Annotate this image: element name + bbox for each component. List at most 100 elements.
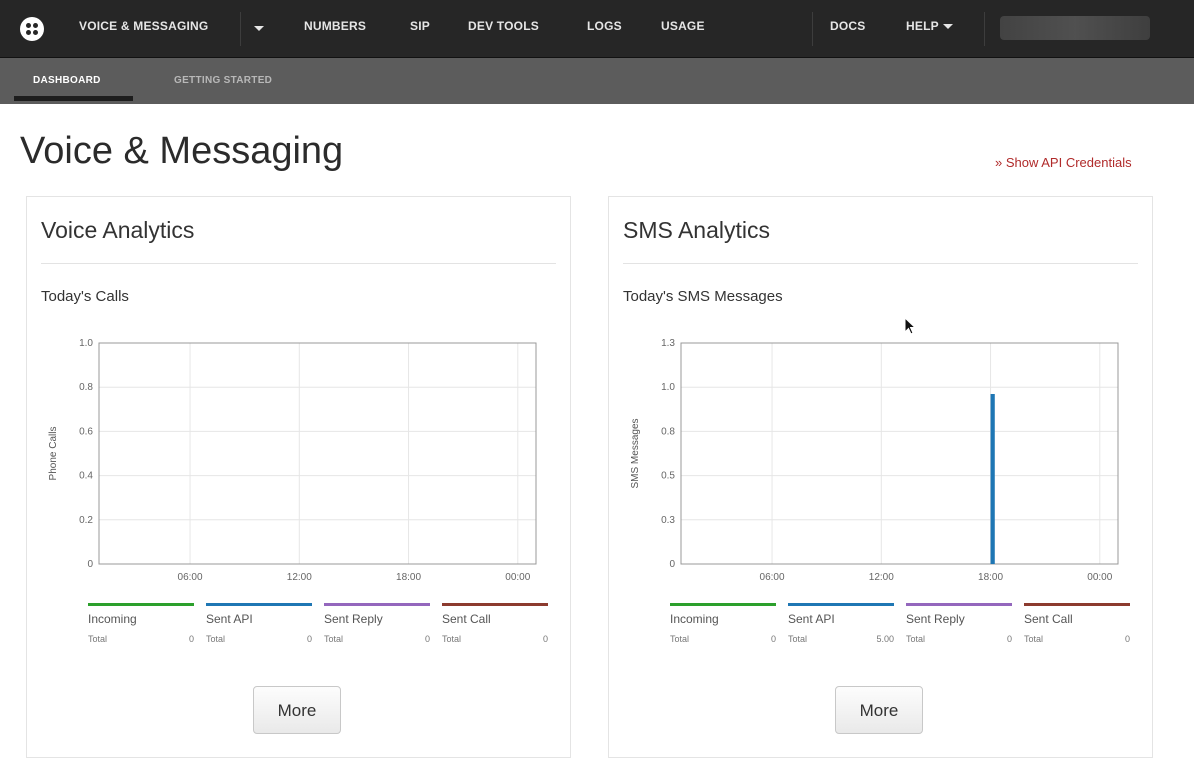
legend-color-bar bbox=[324, 603, 430, 606]
nav-item-dev-tools[interactable]: DEV TOOLS bbox=[468, 19, 539, 33]
legend-item[interactable]: Sent Reply Total 0 bbox=[906, 603, 1012, 645]
legend-total-value: 0 bbox=[770, 634, 776, 644]
legend-total: Total 0 bbox=[442, 634, 548, 645]
legend-item[interactable]: Sent Call Total 0 bbox=[442, 603, 548, 645]
nav-divider bbox=[984, 12, 985, 46]
top-nav: VOICE & MESSAGING NUMBERS SIP DEV TOOLS … bbox=[0, 0, 1194, 58]
legend-color-bar bbox=[206, 603, 312, 606]
legend-total-value: 5.00 bbox=[876, 634, 894, 644]
x-tick-label: 18:00 bbox=[978, 572, 1003, 583]
legend-total-value: 0 bbox=[306, 634, 312, 644]
plot-area bbox=[98, 342, 537, 565]
nav-product[interactable]: VOICE & MESSAGING bbox=[79, 19, 208, 33]
legend-total: Total 0 bbox=[1024, 634, 1130, 645]
tab-dashboard[interactable]: DASHBOARD bbox=[33, 75, 101, 86]
legend-item[interactable]: Incoming Total 0 bbox=[670, 603, 776, 645]
legend-total: Total 0 bbox=[670, 634, 776, 645]
y-tick-label: 0.8 bbox=[79, 382, 93, 393]
chart-svg: 0 0.3 0.5 0.8 1.0 1.3 06:00 12:00 18:00 00:00 SMS … bbox=[630, 338, 1119, 583]
nav-divider bbox=[240, 12, 241, 46]
legend-total-label: Total bbox=[442, 634, 462, 644]
x-tick-label: 00:00 bbox=[505, 572, 530, 583]
legend-label: Sent Reply bbox=[906, 612, 965, 626]
legend-label: Sent Call bbox=[1024, 612, 1073, 626]
legend-color-bar bbox=[88, 603, 194, 606]
x-tick-label: 12:00 bbox=[869, 572, 894, 583]
y-tick-label: 1.0 bbox=[661, 382, 675, 393]
more-button[interactable]: More bbox=[253, 686, 341, 734]
chart-bar[interactable] bbox=[992, 394, 995, 564]
chevron-down-icon bbox=[942, 24, 953, 30]
sms-chart: 0 0.3 0.5 0.8 1.0 1.3 06:00 12:00 18:00 00:00 SMS … bbox=[609, 197, 1152, 622]
x-tick-label: 06:00 bbox=[760, 572, 785, 583]
legend-label: Incoming bbox=[670, 612, 719, 626]
mouse-cursor-icon bbox=[904, 317, 917, 335]
y-tick-label: 0.6 bbox=[79, 426, 93, 437]
legend-item[interactable]: Sent Call Total 0 bbox=[1024, 603, 1130, 645]
legend-color-bar bbox=[670, 603, 776, 606]
nav-divider bbox=[812, 12, 813, 46]
show-api-credentials-link[interactable]: » Show API Credentials bbox=[995, 155, 1132, 170]
nav-item-sip[interactable]: SIP bbox=[410, 19, 430, 33]
tab-getting-started[interactable]: GETTING STARTED bbox=[174, 75, 272, 86]
legend-color-bar bbox=[906, 603, 1012, 606]
legend-color-bar bbox=[788, 603, 894, 606]
legend-item[interactable]: Incoming Total 0 bbox=[88, 603, 194, 645]
legend-item[interactable]: Sent API Total 0 bbox=[206, 603, 312, 645]
legend-total-label: Total bbox=[906, 634, 926, 644]
x-tick-label: 18:00 bbox=[396, 572, 421, 583]
more-button[interactable]: More bbox=[835, 686, 923, 734]
page-title: Voice & Messaging bbox=[20, 130, 344, 172]
legend-label: Sent API bbox=[206, 612, 253, 626]
legend-item[interactable]: Sent Reply Total 0 bbox=[324, 603, 430, 645]
legend-total-value: 0 bbox=[424, 634, 430, 644]
nav-item-numbers[interactable]: NUMBERS bbox=[304, 19, 366, 33]
legend-total-value: 0 bbox=[542, 634, 548, 644]
sub-nav: DASHBOARD GETTING STARTED bbox=[0, 58, 1194, 104]
y-tick-label: 0.5 bbox=[661, 471, 675, 482]
plot-area bbox=[680, 342, 1119, 565]
legend-total-label: Total bbox=[670, 634, 690, 644]
legend-item[interactable]: Sent API Total 5.00 bbox=[788, 603, 894, 645]
legend-total-label: Total bbox=[324, 634, 344, 644]
legend-label: Incoming bbox=[88, 612, 137, 626]
y-tick-label: 0.3 bbox=[661, 515, 675, 526]
account-menu[interactable] bbox=[1000, 16, 1150, 40]
y-tick-label: 0.2 bbox=[79, 515, 93, 526]
legend-total-label: Total bbox=[1024, 634, 1044, 644]
legend-total-label: Total bbox=[788, 634, 808, 644]
legend-total: Total 0 bbox=[206, 634, 312, 645]
legend-color-bar bbox=[1024, 603, 1130, 606]
legend-total-label: Total bbox=[88, 634, 108, 644]
calls-chart: 0 0.2 0.4 0.6 0.8 1.0 06:00 12:00 18:00 00:00 Phon… bbox=[27, 197, 570, 622]
legend-label: Sent Reply bbox=[324, 612, 383, 626]
y-axis-label: Phone Calls bbox=[48, 427, 59, 481]
sms-analytics-panel: SMS Analytics Today's SMS Messages 0 0.3 0… bbox=[608, 196, 1153, 758]
legend-total-value: 0 bbox=[188, 634, 194, 644]
y-axis-label: SMS Messages bbox=[630, 418, 641, 488]
nav-item-usage[interactable]: USAGE bbox=[661, 19, 705, 33]
legend-total-label: Total bbox=[206, 634, 226, 644]
x-tick-label: 06:00 bbox=[178, 572, 203, 583]
legend-color-bar bbox=[442, 603, 548, 606]
voice-analytics-panel: Voice Analytics Today's Calls 0 0.2 0.4 0.6… bbox=[26, 196, 571, 758]
y-tick-label: 0 bbox=[87, 559, 93, 570]
y-tick-label: 0.4 bbox=[79, 471, 93, 482]
y-tick-label: 0 bbox=[669, 559, 675, 570]
y-tick-label: 1.0 bbox=[79, 338, 93, 349]
legend-label: Sent API bbox=[788, 612, 835, 626]
legend-total: Total 0 bbox=[906, 634, 1012, 645]
legend-label: Sent Call bbox=[442, 612, 491, 626]
x-tick-label: 12:00 bbox=[287, 572, 312, 583]
product-dropdown-icon[interactable] bbox=[250, 21, 264, 35]
logo-icon[interactable] bbox=[20, 17, 44, 41]
legend-total-value: 0 bbox=[1006, 634, 1012, 644]
nav-help-label: HELP bbox=[906, 19, 939, 33]
nav-item-logs[interactable]: LOGS bbox=[587, 19, 622, 33]
nav-docs[interactable]: DOCS bbox=[830, 19, 865, 33]
legend-total: Total 0 bbox=[88, 634, 194, 645]
nav-help[interactable]: HELP bbox=[906, 19, 953, 33]
x-tick-label: 00:00 bbox=[1087, 572, 1112, 583]
y-tick-label: 1.3 bbox=[661, 338, 675, 349]
legend-total: Total 5.00 bbox=[788, 634, 894, 645]
